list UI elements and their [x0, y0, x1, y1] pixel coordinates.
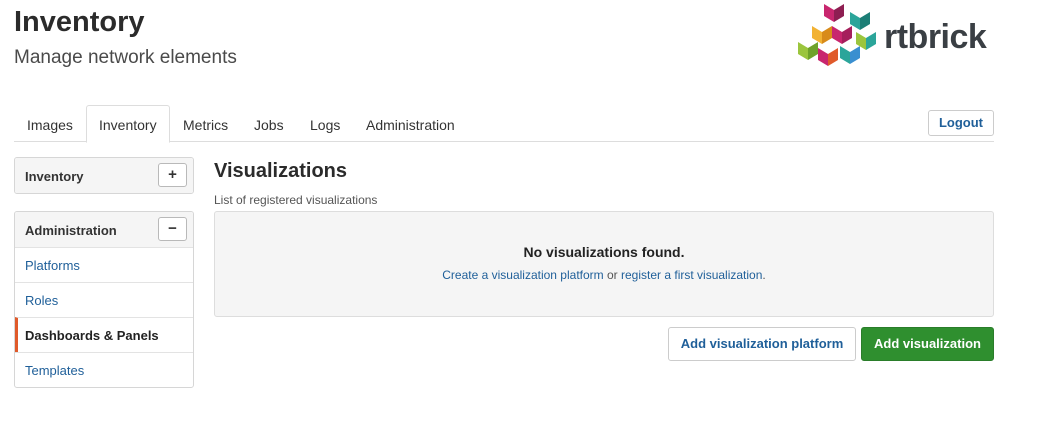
expand-inventory-button[interactable]: +	[158, 163, 187, 187]
logo-text: rtbrick	[884, 18, 987, 56]
add-visualization-button[interactable]: Add visualization	[861, 327, 994, 361]
section-title: Visualizations	[214, 160, 348, 182]
logout-button[interactable]: Logout	[928, 110, 994, 136]
tab-logs[interactable]: Logs	[297, 105, 353, 142]
rtbrick-logo-mark	[798, 4, 876, 66]
empty-state-connector: or	[603, 268, 622, 282]
sidebar-panel-inventory: Inventory +	[14, 157, 194, 194]
register-visualization-link[interactable]: register a first visualization	[621, 268, 762, 282]
panel-title-inventory: Inventory	[25, 169, 84, 184]
tab-administration[interactable]: Administration	[353, 105, 468, 142]
empty-state-period: .	[762, 268, 766, 282]
rtbrick-logo: rtbrick	[794, 2, 1004, 78]
panel-title-administration: Administration	[25, 223, 117, 238]
create-platform-link[interactable]: Create a visualization platform	[442, 268, 603, 282]
sidebar-item-dashboards-panels[interactable]: Dashboards & Panels	[15, 317, 193, 352]
empty-state-message: Create a visualization platform or regis…	[215, 268, 993, 282]
collapse-administration-button[interactable]: −	[158, 217, 187, 241]
section-description: List of registered visualizations	[214, 193, 378, 207]
sidebar-item-roles[interactable]: Roles	[15, 282, 193, 317]
sidebar-item-templates[interactable]: Templates	[15, 352, 193, 387]
empty-state-box: No visualizations found. Create a visual…	[214, 211, 994, 317]
main-nav-tabs: Images Inventory Metrics Jobs Logs Admin…	[14, 105, 994, 143]
panel-header-inventory: Inventory +	[15, 158, 193, 193]
empty-state-title: No visualizations found.	[523, 244, 685, 260]
tab-inventory[interactable]: Inventory	[86, 105, 170, 143]
page-title: Inventory	[14, 6, 145, 38]
page-subtitle: Manage network elements	[14, 47, 237, 68]
sidebar-item-platforms[interactable]: Platforms	[15, 247, 193, 282]
panel-header-administration: Administration −	[15, 212, 193, 247]
tab-jobs[interactable]: Jobs	[241, 105, 297, 142]
tab-images[interactable]: Images	[14, 105, 86, 142]
tab-metrics[interactable]: Metrics	[170, 105, 241, 142]
add-visualization-platform-button[interactable]: Add visualization platform	[668, 327, 856, 361]
sidebar-panel-administration: Administration − Platforms Roles Dashboa…	[14, 211, 194, 388]
